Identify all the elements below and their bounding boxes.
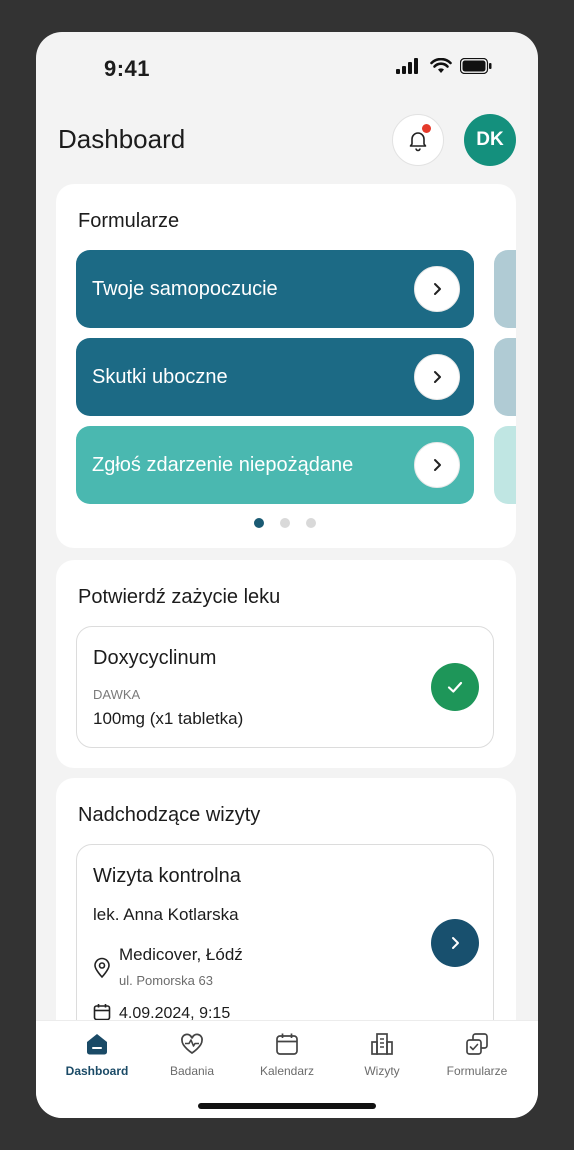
carousel-pager	[254, 518, 316, 528]
tab-label: Badania	[169, 1064, 215, 1078]
tab-wizyty[interactable]: Wizyty	[337, 1031, 427, 1078]
heart-pulse-icon	[181, 1033, 203, 1055]
pager-dot[interactable]	[306, 518, 316, 528]
form-adverse-event-button[interactable]: Zgłoś zdarzenie niepożądane	[76, 426, 474, 504]
home-icon	[87, 1034, 107, 1055]
medication-title: Potwierdź zażycie leku	[78, 586, 281, 608]
form-peek-card[interactable]	[494, 250, 516, 328]
wifi-icon	[430, 58, 452, 73]
check-icon	[447, 681, 463, 693]
visit-title: Wizyta kontrolna	[93, 865, 241, 887]
bottom-tab-bar: Dashboard Badania Kalendarz Wizyty Formu…	[36, 1020, 538, 1118]
pager-dot[interactable]	[280, 518, 290, 528]
header: Dashboard DK	[58, 114, 518, 170]
status-icons	[396, 58, 492, 74]
visit-location: Medicover, Łódź	[119, 945, 243, 964]
tab-kalendarz[interactable]: Kalendarz	[242, 1031, 332, 1078]
dose-value: 100mg (x1 tabletka)	[93, 709, 244, 728]
chevron-right-icon	[452, 937, 459, 949]
medication-name: Doxycyclinum	[93, 647, 217, 669]
tab-label: Wizyty	[364, 1064, 400, 1078]
home-indicator	[198, 1103, 376, 1109]
status-bar: 9:41	[36, 32, 538, 102]
tab-label: Dashboard	[65, 1064, 129, 1078]
chevron-right-icon	[414, 266, 460, 312]
forms-title: Formularze	[78, 210, 180, 232]
form-label: Twoje samopoczucie	[92, 277, 278, 300]
tab-dashboard[interactable]: Dashboard	[52, 1031, 142, 1078]
chevron-right-icon	[414, 442, 460, 488]
medication-item: Doxycyclinum DAWKA 100mg (x1 tabletka)	[76, 626, 494, 748]
tab-badania[interactable]: Badania	[147, 1031, 237, 1078]
form-label: Zgłoś zdarzenie niepożądane	[92, 453, 354, 476]
status-time: 9:41	[104, 56, 151, 81]
building-icon	[371, 1033, 393, 1055]
form-peek-card[interactable]	[494, 338, 516, 416]
forms-icon	[466, 1033, 488, 1055]
form-peek-card[interactable]	[494, 426, 516, 504]
page-title: Dashboard	[58, 124, 186, 154]
visit-doctor: lek. Anna Kotlarska	[93, 905, 239, 924]
tab-label: Kalendarz	[259, 1064, 315, 1078]
open-visit-button[interactable]	[431, 919, 479, 967]
phone-screen: 9:41 Dashboard DK Formularze Twoje samop…	[36, 32, 538, 1118]
location-pin-icon	[94, 957, 110, 979]
forms-card: Formularze Twoje samopoczucie Skutki ubo…	[56, 184, 516, 548]
pager-dot-active[interactable]	[254, 518, 264, 528]
tab-formularze[interactable]: Formularze	[432, 1031, 522, 1078]
calendar-icon	[276, 1033, 298, 1055]
visits-title: Nadchodzące wizyty	[78, 804, 261, 826]
notifications-button[interactable]	[392, 114, 444, 166]
dose-label: DAWKA	[93, 687, 141, 702]
calendar-icon	[93, 1004, 111, 1021]
visit-address: ul. Pomorska 63	[119, 973, 213, 988]
medication-card: Potwierdź zażycie leku Doxycyclinum DAWK…	[56, 560, 516, 768]
form-wellbeing-button[interactable]: Twoje samopoczucie	[76, 250, 474, 328]
form-label: Skutki uboczne	[92, 365, 228, 388]
confirm-intake-button[interactable]	[431, 663, 479, 711]
signal-icon	[396, 58, 418, 74]
avatar[interactable]: DK	[464, 114, 516, 166]
notification-badge	[422, 124, 431, 133]
form-side-effects-button[interactable]: Skutki uboczne	[76, 338, 474, 416]
tab-label: Formularze	[446, 1064, 508, 1078]
battery-icon	[460, 58, 492, 74]
chevron-right-icon	[414, 354, 460, 400]
